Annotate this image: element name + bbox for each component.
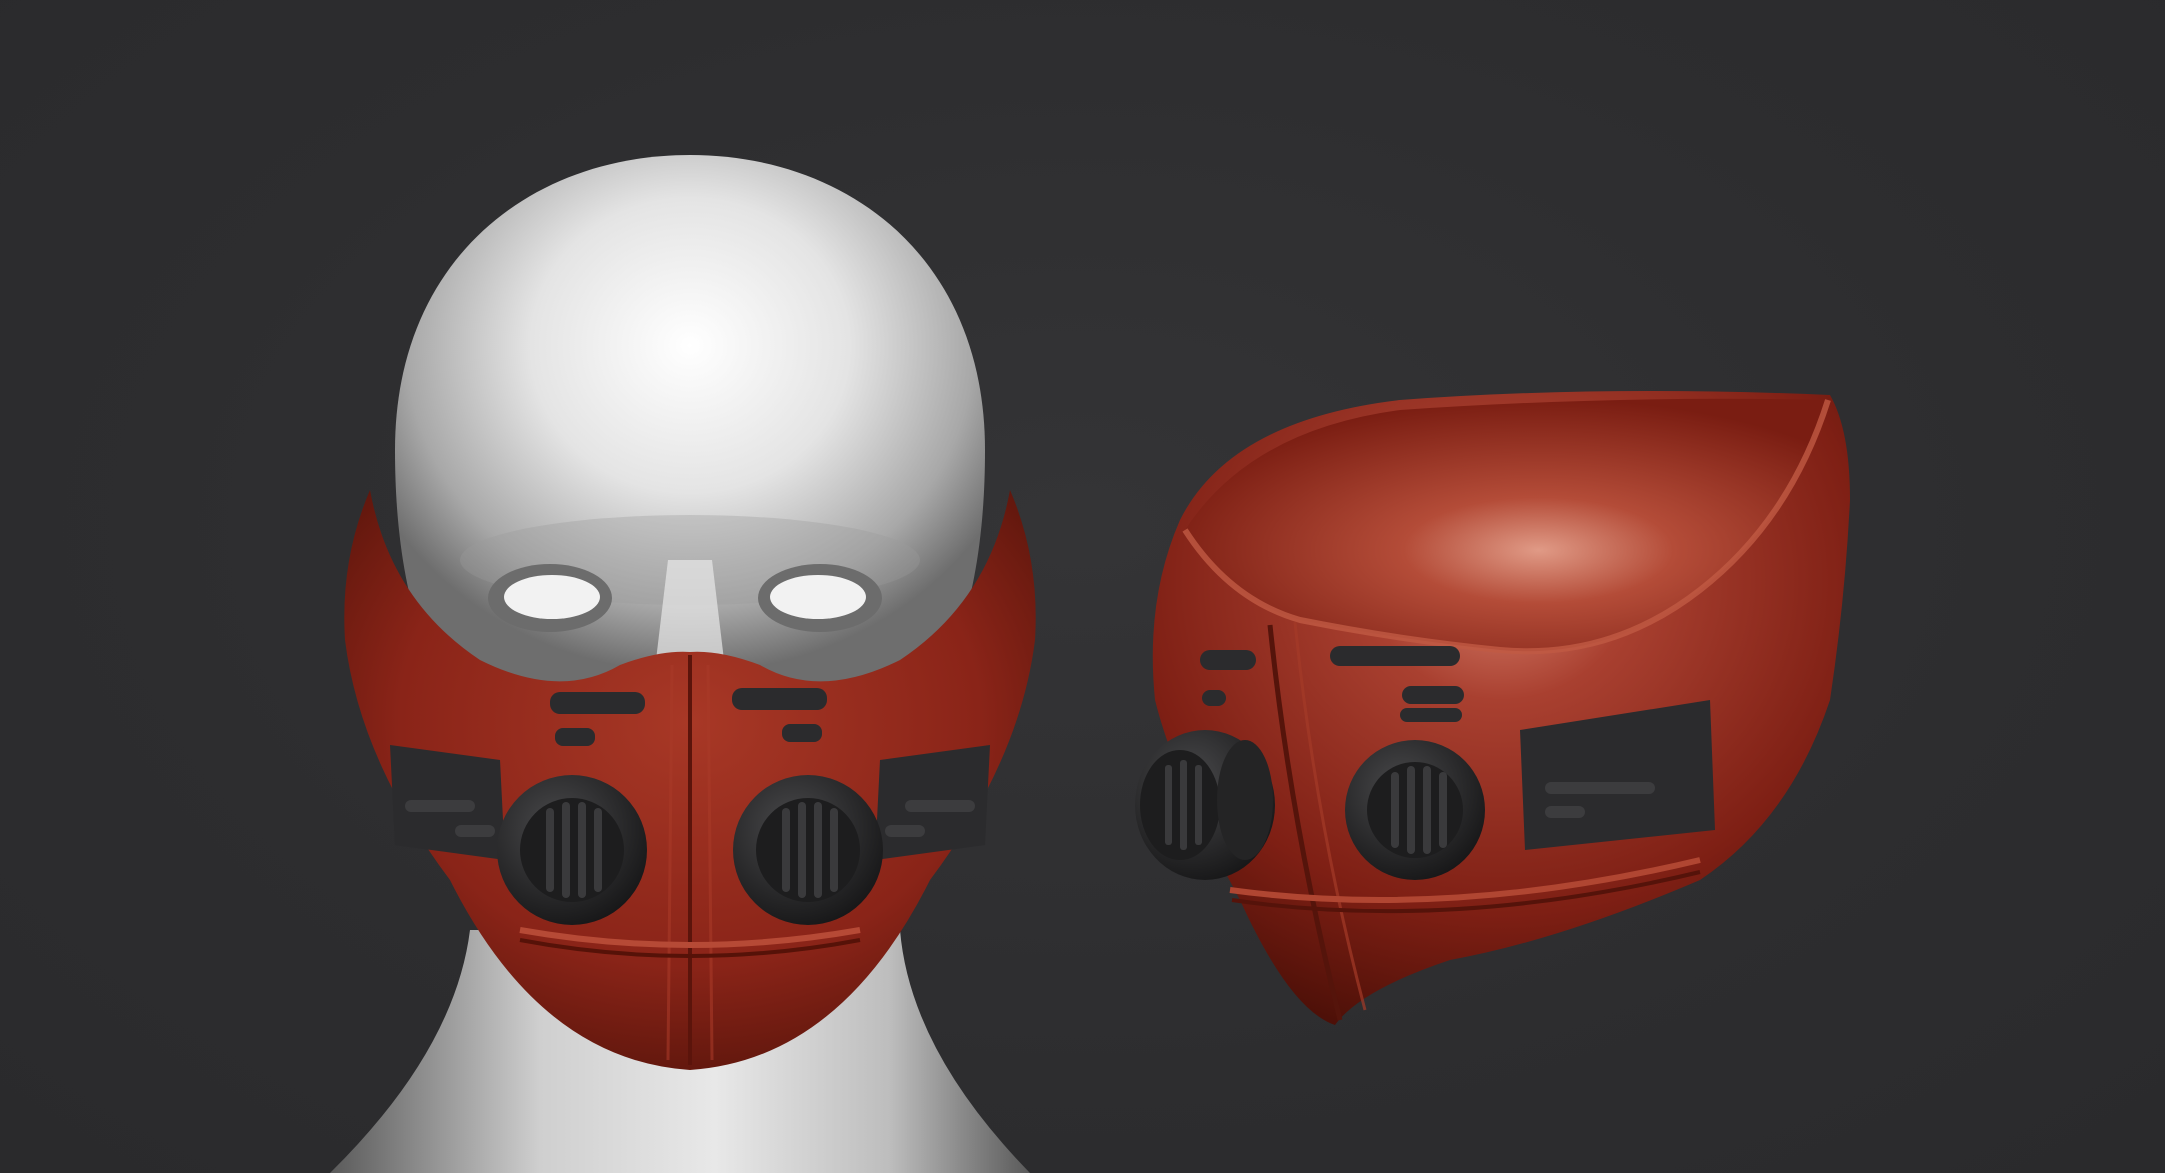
render-canvas xyxy=(330,155,1850,1173)
filter-left xyxy=(497,775,647,925)
mask-three-quarter-view xyxy=(1135,391,1850,1025)
filter-right xyxy=(733,775,883,925)
filter-side-far xyxy=(1135,730,1275,880)
mask-strap-right xyxy=(875,745,990,860)
mask-strap-left xyxy=(390,745,505,860)
right-eye xyxy=(758,564,882,632)
left-eye xyxy=(488,564,612,632)
nose-bridge xyxy=(656,560,724,660)
render-viewport xyxy=(0,0,2165,1173)
filter-side-front xyxy=(1345,740,1485,880)
